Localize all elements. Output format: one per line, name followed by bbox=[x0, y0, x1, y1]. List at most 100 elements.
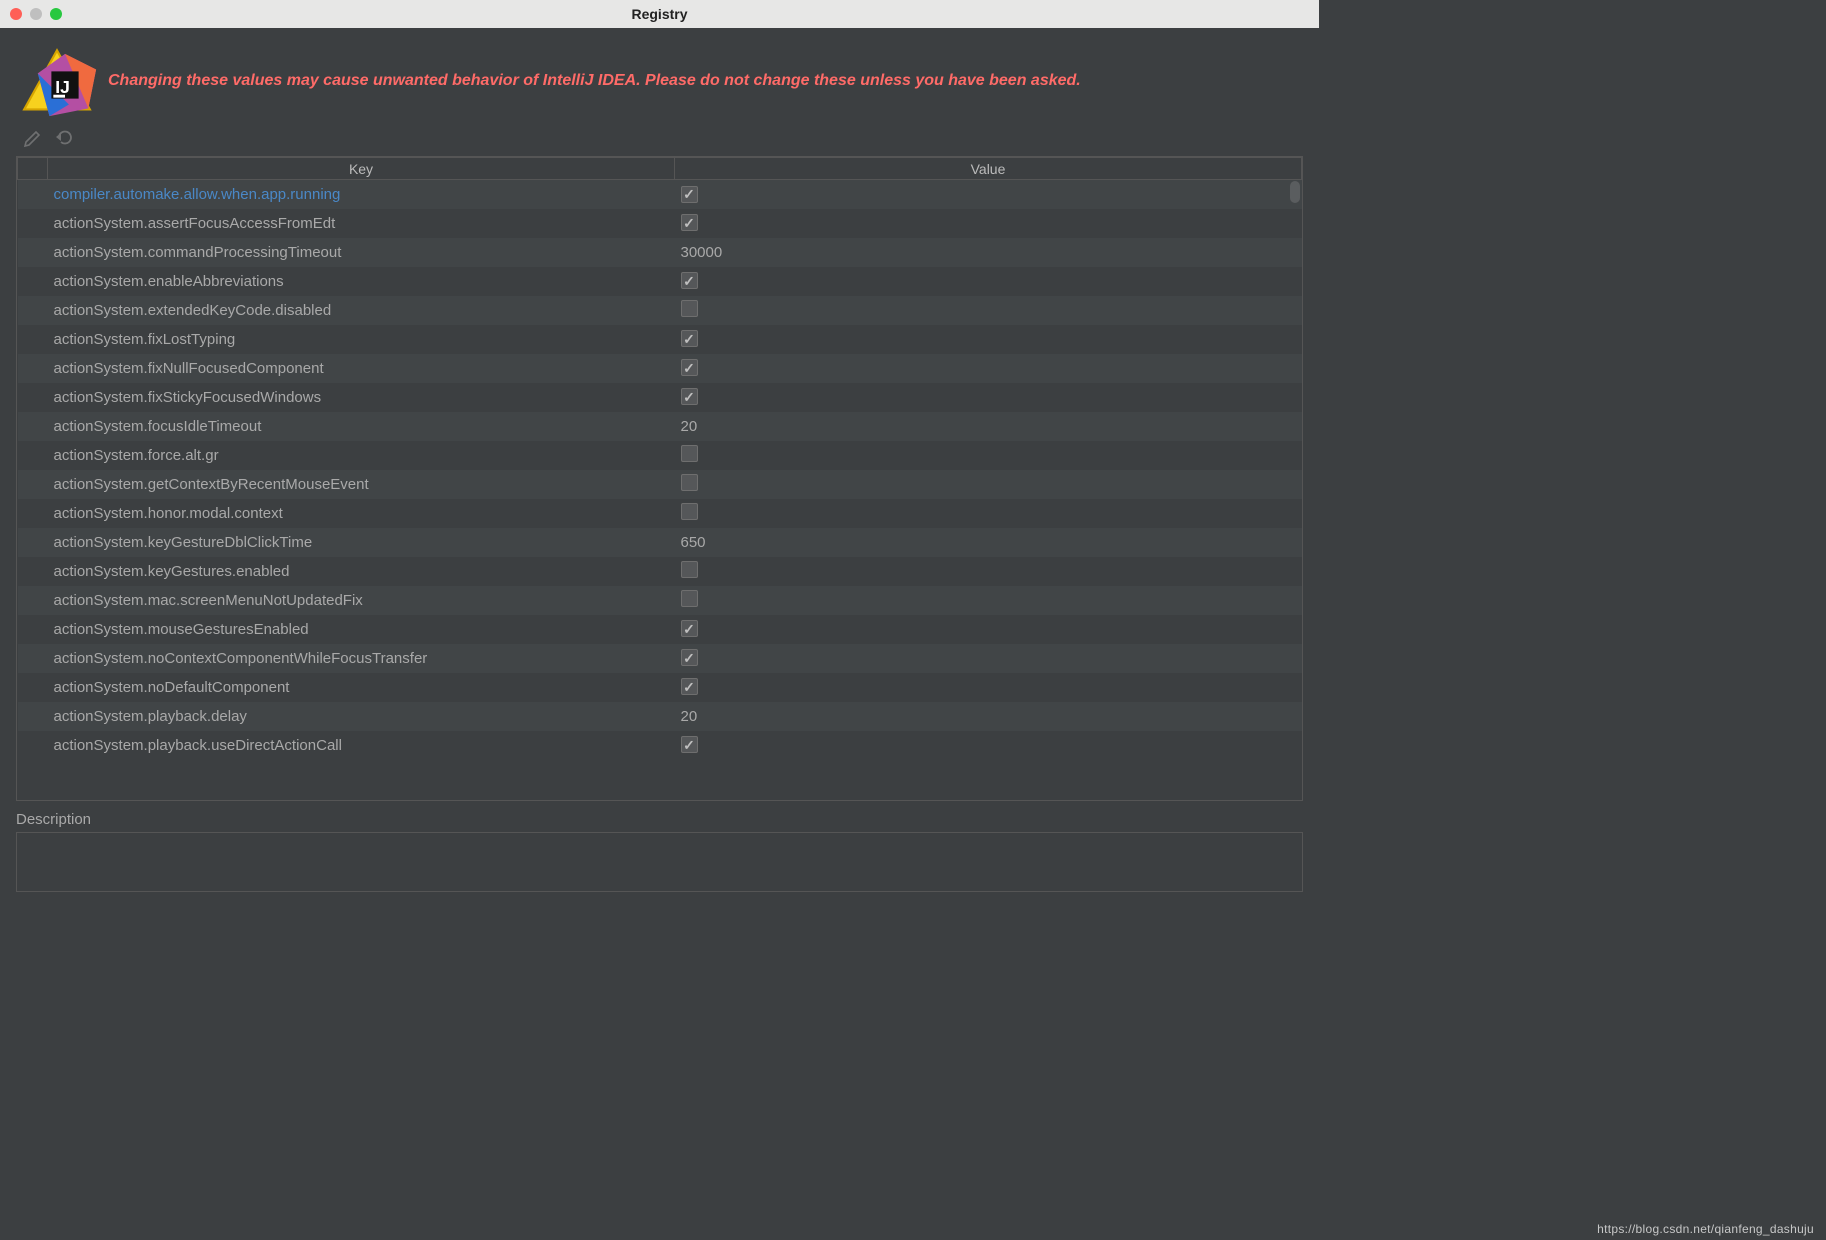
table-row[interactable]: actionSystem.force.alt.gr bbox=[18, 441, 1302, 470]
checkbox[interactable] bbox=[681, 330, 698, 347]
checkbox[interactable] bbox=[681, 388, 698, 405]
close-icon[interactable] bbox=[10, 8, 22, 20]
key-cell: actionSystem.getContextByRecentMouseEven… bbox=[48, 470, 675, 499]
table-row[interactable]: actionSystem.getContextByRecentMouseEven… bbox=[18, 470, 1302, 499]
svg-text:IJ: IJ bbox=[55, 77, 70, 97]
warning-text: Changing these values may cause unwanted… bbox=[108, 71, 1081, 92]
table-row[interactable]: actionSystem.fixStickyFocusedWindows bbox=[18, 383, 1302, 412]
value-cell[interactable]: 650 bbox=[675, 528, 1302, 557]
description-box bbox=[16, 832, 1303, 892]
table-scrollbar[interactable] bbox=[1290, 181, 1300, 798]
value-column-header[interactable]: Value bbox=[675, 158, 1302, 180]
value-cell[interactable] bbox=[675, 325, 1302, 354]
value-cell[interactable] bbox=[675, 441, 1302, 470]
table-row[interactable]: actionSystem.commandProcessingTimeout300… bbox=[18, 238, 1302, 267]
value-cell[interactable] bbox=[675, 615, 1302, 644]
checkbox[interactable] bbox=[681, 590, 698, 607]
description-section: Description bbox=[16, 811, 1303, 892]
edit-icon[interactable] bbox=[22, 126, 44, 148]
key-cell: actionSystem.fixStickyFocusedWindows bbox=[48, 383, 675, 412]
modified-cell bbox=[18, 470, 48, 499]
value-cell[interactable] bbox=[675, 383, 1302, 412]
modified-cell bbox=[18, 354, 48, 383]
value-cell[interactable] bbox=[675, 586, 1302, 615]
value-cell[interactable] bbox=[675, 673, 1302, 702]
checkbox[interactable] bbox=[681, 736, 698, 753]
warning-icon: IJ bbox=[22, 46, 92, 116]
description-label: Description bbox=[16, 811, 1303, 828]
value-cell[interactable] bbox=[675, 267, 1302, 296]
table-row[interactable]: actionSystem.fixLostTyping bbox=[18, 325, 1302, 354]
table-row[interactable]: actionSystem.noDefaultComponent bbox=[18, 673, 1302, 702]
modified-cell bbox=[18, 731, 48, 760]
maximize-icon[interactable] bbox=[50, 8, 62, 20]
table-row[interactable]: actionSystem.keyGestures.enabled bbox=[18, 557, 1302, 586]
key-cell: actionSystem.fixLostTyping bbox=[48, 325, 675, 354]
modified-cell bbox=[18, 557, 48, 586]
modified-cell bbox=[18, 644, 48, 673]
key-column-header[interactable]: Key bbox=[48, 158, 675, 180]
key-cell: actionSystem.assertFocusAccessFromEdt bbox=[48, 209, 675, 238]
checkbox[interactable] bbox=[681, 272, 698, 289]
table-row[interactable]: actionSystem.mac.screenMenuNotUpdatedFix bbox=[18, 586, 1302, 615]
table-row[interactable]: actionSystem.keyGestureDblClickTime650 bbox=[18, 528, 1302, 557]
table-row[interactable]: actionSystem.assertFocusAccessFromEdt bbox=[18, 209, 1302, 238]
warning-banner: IJ Changing these values may cause unwan… bbox=[0, 28, 1319, 122]
modified-cell bbox=[18, 615, 48, 644]
revert-icon[interactable] bbox=[54, 126, 76, 148]
table-row[interactable]: actionSystem.focusIdleTimeout20 bbox=[18, 412, 1302, 441]
value-cell[interactable] bbox=[675, 731, 1302, 760]
key-cell: actionSystem.playback.useDirectActionCal… bbox=[48, 731, 675, 760]
key-cell: actionSystem.mouseGesturesEnabled bbox=[48, 615, 675, 644]
checkbox[interactable] bbox=[681, 561, 698, 578]
table-row[interactable]: actionSystem.extendedKeyCode.disabled bbox=[18, 296, 1302, 325]
modified-cell bbox=[18, 180, 48, 209]
modified-cell bbox=[18, 383, 48, 412]
value-cell[interactable]: 20 bbox=[675, 702, 1302, 731]
table-row[interactable]: actionSystem.enableAbbreviations bbox=[18, 267, 1302, 296]
table-row[interactable]: actionSystem.fixNullFocusedComponent bbox=[18, 354, 1302, 383]
value-cell[interactable] bbox=[675, 209, 1302, 238]
checkbox[interactable] bbox=[681, 620, 698, 637]
table-row[interactable]: actionSystem.playback.delay20 bbox=[18, 702, 1302, 731]
value-cell[interactable]: 20 bbox=[675, 412, 1302, 441]
key-cell: actionSystem.noDefaultComponent bbox=[48, 673, 675, 702]
value-cell[interactable] bbox=[675, 470, 1302, 499]
intellij-badge-icon: IJ bbox=[30, 50, 100, 120]
value-cell[interactable] bbox=[675, 296, 1302, 325]
key-cell: actionSystem.commandProcessingTimeout bbox=[48, 238, 675, 267]
value-cell[interactable] bbox=[675, 354, 1302, 383]
table-row[interactable]: actionSystem.mouseGesturesEnabled bbox=[18, 615, 1302, 644]
value-cell[interactable] bbox=[675, 499, 1302, 528]
checkbox[interactable] bbox=[681, 678, 698, 695]
registry-table: Key Value compiler.automake.allow.when.a… bbox=[16, 156, 1303, 801]
checkbox[interactable] bbox=[681, 474, 698, 491]
value-cell[interactable] bbox=[675, 180, 1302, 209]
checkbox[interactable] bbox=[681, 359, 698, 376]
minimize-icon[interactable] bbox=[30, 8, 42, 20]
checkbox[interactable] bbox=[681, 186, 698, 203]
key-cell: actionSystem.force.alt.gr bbox=[48, 441, 675, 470]
key-cell: actionSystem.focusIdleTimeout bbox=[48, 412, 675, 441]
watermark-text: https://blog.csdn.net/qianfeng_dashuju bbox=[1597, 1222, 1814, 1236]
modified-column-header[interactable] bbox=[18, 158, 48, 180]
checkbox[interactable] bbox=[681, 300, 698, 317]
value-cell[interactable] bbox=[675, 557, 1302, 586]
scroll-thumb[interactable] bbox=[1290, 181, 1300, 203]
key-cell: actionSystem.mac.screenMenuNotUpdatedFix bbox=[48, 586, 675, 615]
value-cell[interactable]: 30000 bbox=[675, 238, 1302, 267]
checkbox[interactable] bbox=[681, 445, 698, 462]
key-cell: compiler.automake.allow.when.app.running bbox=[48, 180, 675, 209]
modified-cell bbox=[18, 702, 48, 731]
value-cell[interactable] bbox=[675, 644, 1302, 673]
table-row[interactable]: compiler.automake.allow.when.app.running bbox=[18, 180, 1302, 209]
table-row[interactable]: actionSystem.playback.useDirectActionCal… bbox=[18, 731, 1302, 760]
table-row[interactable]: actionSystem.noContextComponentWhileFocu… bbox=[18, 644, 1302, 673]
checkbox[interactable] bbox=[681, 214, 698, 231]
key-cell: actionSystem.enableAbbreviations bbox=[48, 267, 675, 296]
checkbox[interactable] bbox=[681, 649, 698, 666]
key-cell: actionSystem.keyGestureDblClickTime bbox=[48, 528, 675, 557]
table-row[interactable]: actionSystem.honor.modal.context bbox=[18, 499, 1302, 528]
key-cell: actionSystem.honor.modal.context bbox=[48, 499, 675, 528]
checkbox[interactable] bbox=[681, 503, 698, 520]
